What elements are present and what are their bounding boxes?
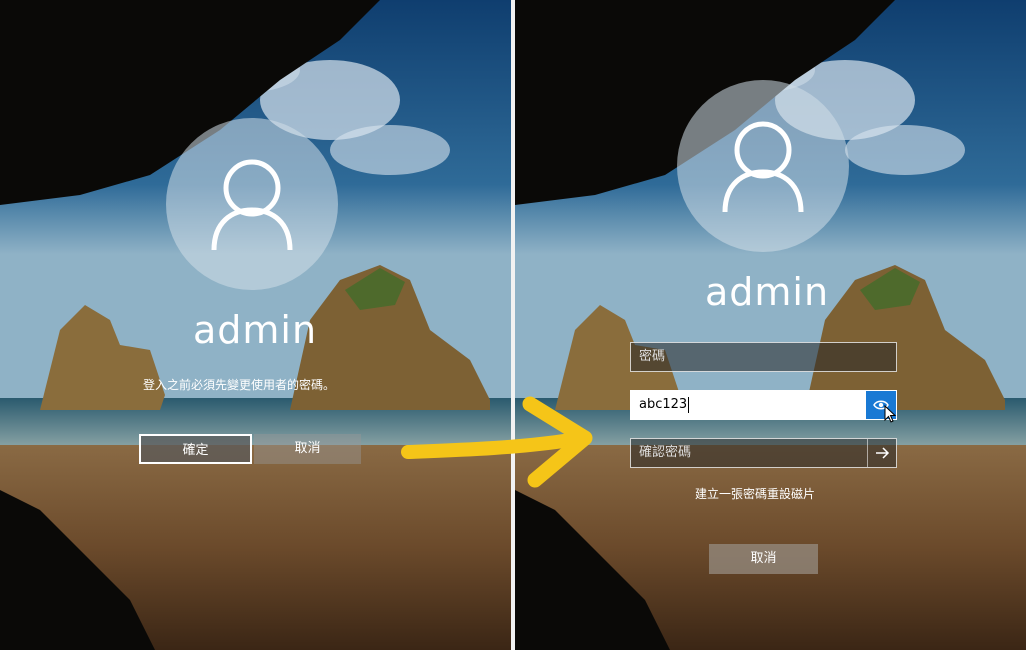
cancel-button[interactable]: 取消 <box>254 434 361 464</box>
password-field[interactable]: 密碼 <box>630 342 897 372</box>
new-password-value: abc123 <box>639 397 688 412</box>
create-reset-disk-link[interactable]: 建立一張密碼重設磁片 <box>695 485 815 502</box>
confirm-password-placeholder: 確認密碼 <box>639 445 692 460</box>
user-avatar <box>166 118 338 290</box>
confirm-password-field[interactable]: 確認密碼 <box>630 438 897 468</box>
ok-button[interactable]: 確定 <box>139 434 252 464</box>
change-password-message: 登入之前必須先變更使用者的密碼。 <box>143 378 336 392</box>
lock-screen-left: admin 登入之前必須先變更使用者的密碼。 確定 取消 <box>0 0 511 650</box>
user-icon <box>211 159 293 251</box>
text-caret <box>688 396 690 413</box>
submit-button[interactable] <box>867 439 896 467</box>
username-label: admin <box>193 308 318 352</box>
password-placeholder: 密碼 <box>639 349 666 364</box>
user-avatar <box>677 80 849 252</box>
mouse-cursor-icon <box>884 405 897 423</box>
cancel-button[interactable]: 取消 <box>709 544 818 574</box>
user-icon <box>722 121 804 213</box>
lock-screen-right: admin 密碼 abc123 確認密碼 建立一張密碼重設磁片 取消 <box>515 0 1026 650</box>
new-password-field[interactable]: abc123 <box>630 390 897 423</box>
username-label: admin <box>705 270 830 314</box>
arrow-right-icon <box>876 447 890 459</box>
reveal-password-button[interactable] <box>866 391 897 423</box>
transition-arrow-icon <box>401 396 593 488</box>
